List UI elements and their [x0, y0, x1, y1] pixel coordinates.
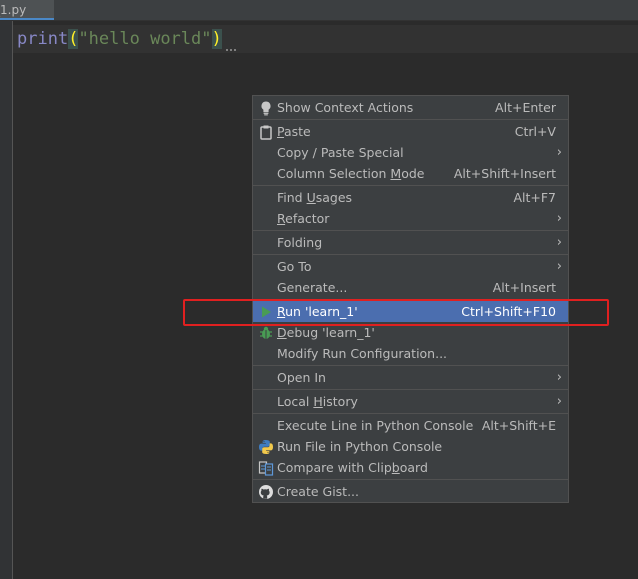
- menu-separator: [253, 230, 568, 231]
- compare-icon: [258, 460, 274, 476]
- menu-item-label: Execute Line in Python Console: [277, 418, 474, 433]
- menu-separator: [253, 299, 568, 300]
- menu-item-label: Show Context Actions: [277, 100, 414, 115]
- submenu-arrow-icon: ›: [556, 259, 562, 274]
- menu-separator: [253, 119, 568, 120]
- menu-item-shortcut: Alt+Shift+E: [481, 418, 556, 433]
- menu-item-label: Compare with Clipboard: [277, 460, 428, 475]
- menu-item-create-gist[interactable]: Create Gist...: [253, 481, 568, 502]
- menu-item-label: Generate...: [277, 280, 348, 295]
- menu-item-show-context-actions[interactable]: Show Context Actions Alt+Enter: [253, 97, 568, 118]
- menu-item-label: Copy / Paste Special: [277, 145, 404, 160]
- code-string: "hello world": [78, 29, 212, 49]
- menu-item-label: Local History: [277, 394, 358, 409]
- menu-item-copy-paste-special[interactable]: Copy / Paste Special ›: [253, 142, 568, 163]
- menu-item-label: Modify Run Configuration...: [277, 346, 448, 361]
- code-keyword: print: [17, 29, 69, 49]
- menu-item-shortcut: Alt+Enter: [495, 100, 556, 115]
- editor-tab-bar: _1.py: [0, 0, 638, 21]
- code-line-1[interactable]: print("hello world"): [17, 27, 222, 51]
- python-icon: [258, 439, 274, 455]
- menu-item-compare-with-clipboard[interactable]: Compare with Clipboard: [253, 457, 568, 478]
- menu-item-shortcut: Ctrl+Shift+F10: [461, 304, 556, 319]
- menu-separator: [253, 479, 568, 480]
- menu-item-go-to[interactable]: Go To ›: [253, 256, 568, 277]
- github-icon: [258, 484, 274, 500]
- menu-item-local-history[interactable]: Local History ›: [253, 391, 568, 412]
- menu-item-label: Open In: [277, 370, 326, 385]
- menu-item-folding[interactable]: Folding ›: [253, 232, 568, 253]
- menu-item-label: Debug 'learn_1': [277, 325, 375, 340]
- menu-item-label: Go To: [277, 259, 312, 274]
- menu-item-column-selection-mode[interactable]: Column Selection Mode Alt+Shift+Insert: [253, 163, 568, 184]
- menu-item-execute-line[interactable]: Execute Line in Python Console Alt+Shift…: [253, 415, 568, 436]
- menu-separator: [253, 413, 568, 414]
- menu-item-label: Find Usages: [277, 190, 353, 205]
- menu-item-label: Run File in Python Console: [277, 439, 443, 454]
- menu-item-label: Column Selection Mode: [277, 166, 425, 181]
- editor-gutter: [0, 21, 13, 579]
- menu-item-shortcut: Alt+F7: [513, 190, 556, 205]
- context-menu: Show Context Actions Alt+Enter Paste Ctr…: [252, 95, 569, 503]
- menu-item-find-usages[interactable]: Find Usages Alt+F7: [253, 187, 568, 208]
- submenu-arrow-icon: ›: [556, 394, 562, 409]
- menu-separator: [253, 365, 568, 366]
- clipboard-icon: [258, 124, 274, 140]
- submenu-arrow-icon: ›: [556, 235, 562, 250]
- play-icon: [258, 304, 274, 320]
- menu-item-run-file-in-console[interactable]: Run File in Python Console: [253, 436, 568, 457]
- menu-item-open-in[interactable]: Open In ›: [253, 367, 568, 388]
- menu-item-shortcut: Ctrl+V: [514, 124, 556, 139]
- menu-item-label: Paste: [277, 124, 311, 139]
- bug-icon: [258, 325, 274, 341]
- menu-item-run[interactable]: Run 'learn_1' Ctrl+Shift+F10: [253, 301, 568, 322]
- menu-separator: [253, 389, 568, 390]
- menu-separator: [253, 254, 568, 255]
- menu-separator: [253, 185, 568, 186]
- submenu-arrow-icon: ›: [556, 211, 562, 226]
- file-tab[interactable]: _1.py: [0, 0, 54, 20]
- menu-item-label: Run 'learn_1': [277, 304, 358, 319]
- menu-item-label: Folding: [277, 235, 323, 250]
- submenu-arrow-icon: ›: [556, 145, 562, 160]
- code-close-paren: ): [211, 29, 222, 49]
- menu-item-generate[interactable]: Generate... Alt+Insert: [253, 277, 568, 298]
- submenu-arrow-icon: ›: [556, 370, 562, 385]
- lightbulb-icon: [258, 100, 274, 116]
- menu-item-shortcut: Alt+Shift+Insert: [453, 166, 556, 181]
- menu-item-shortcut: Alt+Insert: [492, 280, 556, 295]
- menu-item-debug[interactable]: Debug 'learn_1': [253, 322, 568, 343]
- warning-squiggle: [226, 46, 236, 51]
- file-tab-label: _1.py: [0, 3, 27, 17]
- menu-item-refactor[interactable]: Refactor ›: [253, 208, 568, 229]
- menu-item-modify-run-configuration[interactable]: Modify Run Configuration...: [253, 343, 568, 364]
- menu-item-paste[interactable]: Paste Ctrl+V: [253, 121, 568, 142]
- code-open-paren: (: [68, 29, 79, 49]
- menu-item-label: Refactor: [277, 211, 330, 226]
- menu-item-label: Create Gist...: [277, 484, 360, 499]
